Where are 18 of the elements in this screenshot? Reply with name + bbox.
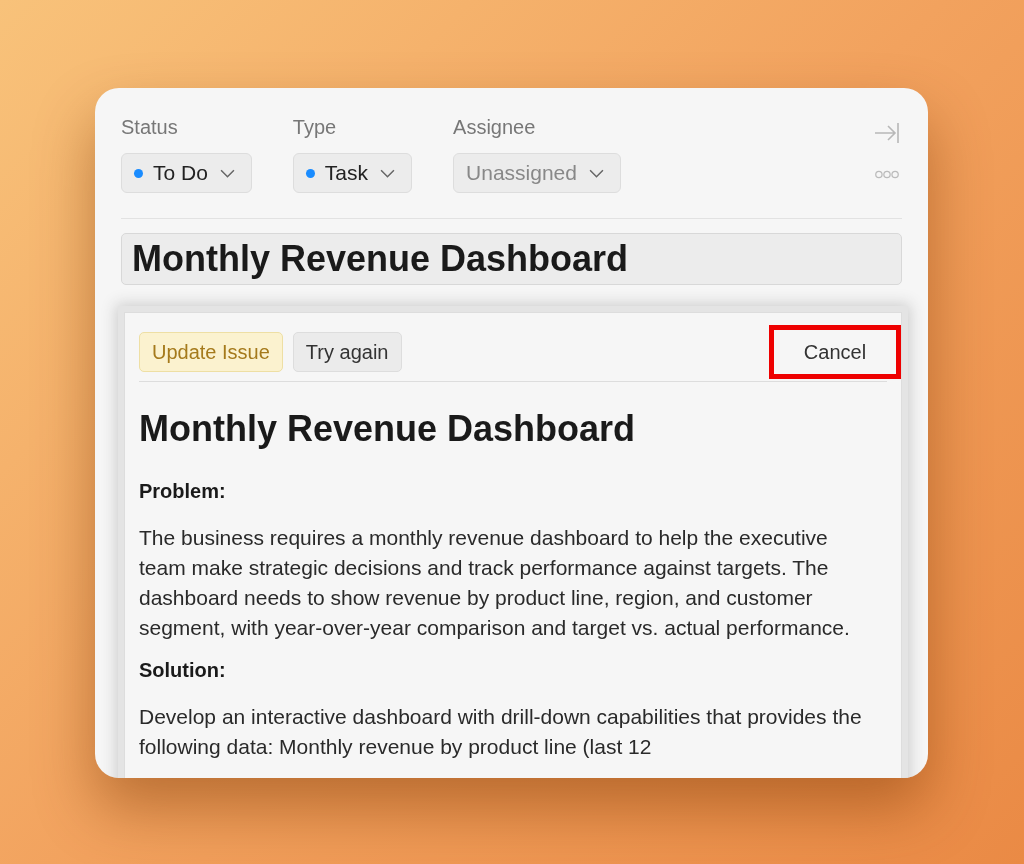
title-field[interactable]: Monthly Revenue Dashboard (121, 233, 902, 285)
field-dropdown[interactable]: Task (292, 153, 413, 193)
panel-heading: Monthly Revenue Dashboard (139, 408, 637, 450)
field-label: Type (292, 116, 338, 139)
field-dropdown[interactable]: To Do (121, 153, 252, 193)
paragraph: Develop an interactive dashboard with drill-down capabilities that provides the following data: Monthly revenue by product line (last 12 (139, 704, 863, 760)
field-label: Status (121, 116, 179, 139)
collapse-icon[interactable] (874, 122, 900, 144)
caret-icon (219, 168, 235, 178)
caret-icon (588, 168, 604, 178)
cancel-button[interactable]: Cancel (769, 325, 901, 379)
paragraph: The business requires a monthly revenue dashboard to help the executive team make strategic decisions and track performance against targets. The dashboard needs to show revenue by product line, region, and customer segment, with year-over-year comparison and target vs. actual performance. (139, 525, 851, 641)
section-heading: Problem: (139, 480, 227, 503)
caret-icon (380, 168, 396, 178)
action-button[interactable]: Try again (292, 332, 402, 372)
more-icon[interactable] (874, 170, 900, 179)
section-heading: Solution: (139, 659, 227, 682)
field-label: Assignee (453, 116, 537, 139)
